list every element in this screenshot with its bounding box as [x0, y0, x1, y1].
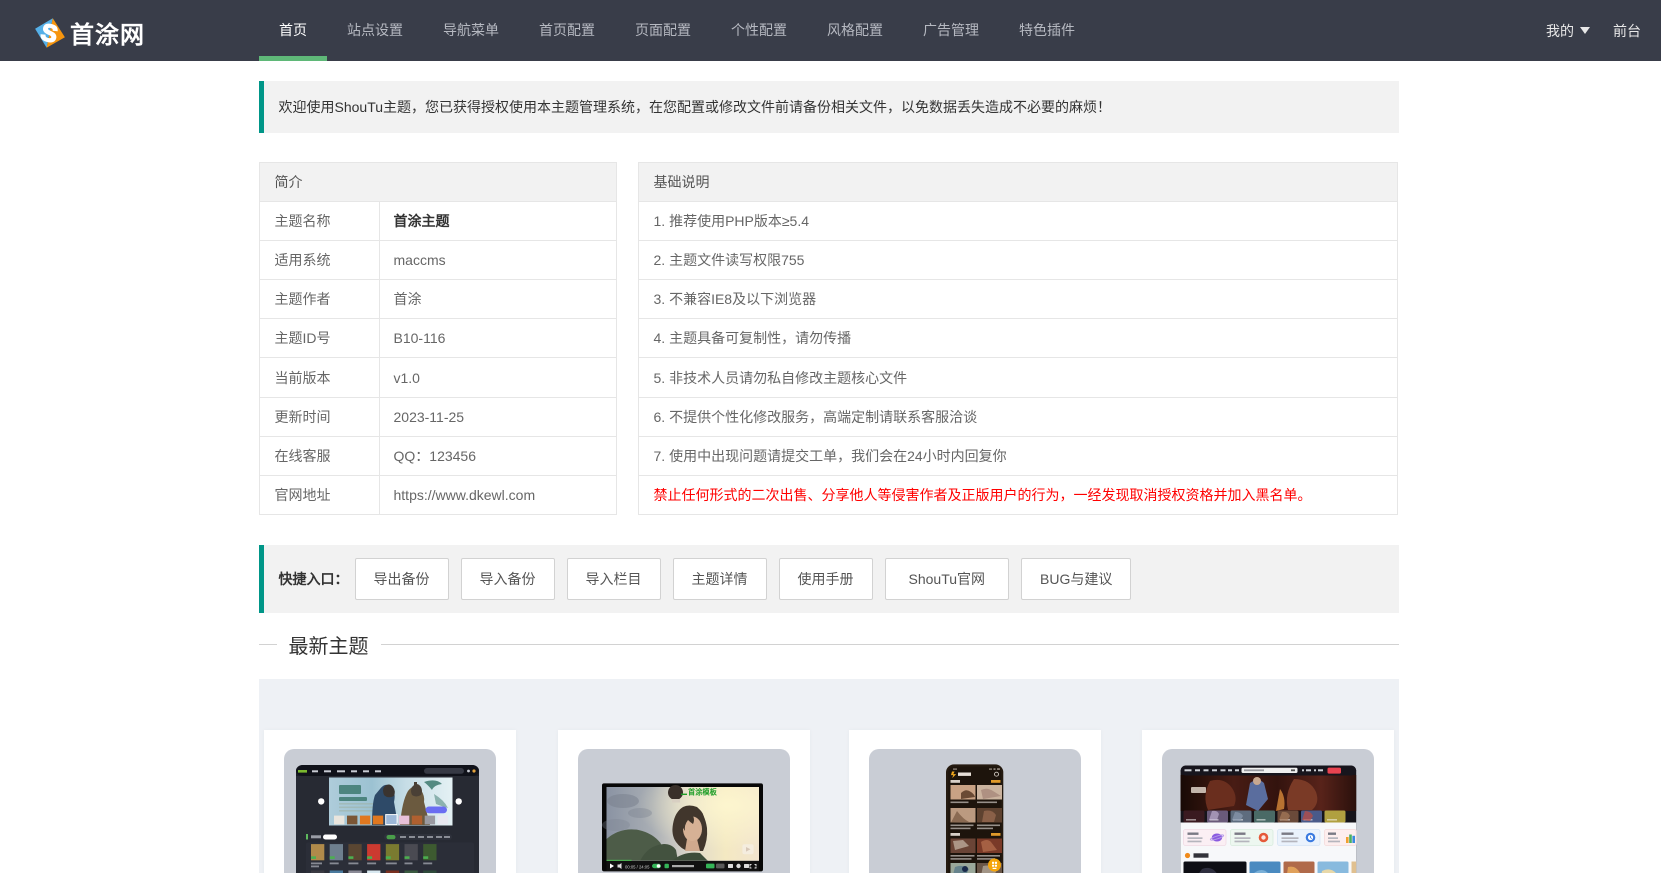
svg-text:S: S	[38, 18, 60, 47]
svg-text:00:05 / 24:05: 00:05 / 24:05	[625, 864, 650, 869]
svg-text:首涂模板: 首涂模板	[688, 787, 718, 796]
